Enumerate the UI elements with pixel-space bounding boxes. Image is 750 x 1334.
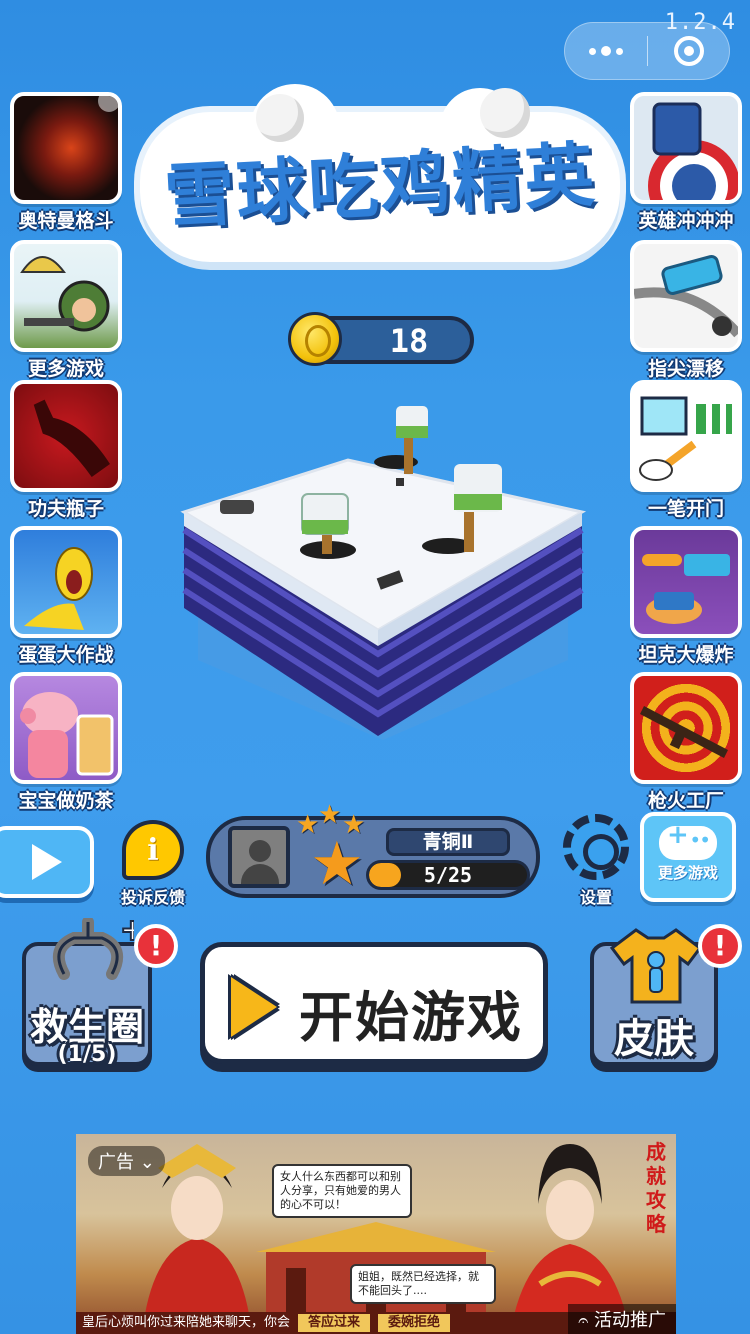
coin-counter: 18 bbox=[288, 312, 474, 366]
feedback-button[interactable]: i 投诉反馈 bbox=[114, 820, 192, 908]
app-tank-blast[interactable]: 坦克大爆炸 bbox=[626, 526, 746, 667]
miniprogram-capsule bbox=[564, 22, 730, 80]
ultraman-icon bbox=[10, 92, 122, 204]
rubber-chicken-icon bbox=[10, 526, 122, 638]
tshirt-icon bbox=[609, 928, 703, 1004]
coin-value: 18 bbox=[389, 322, 429, 360]
feedback-label: 投诉反馈 bbox=[120, 888, 185, 907]
app-label: 枪火工厂 bbox=[647, 790, 724, 812]
tank-icon bbox=[630, 526, 742, 638]
ad-tag-label: 广告 bbox=[98, 1152, 134, 1173]
app-gunfire-factory[interactable]: 枪火工厂 bbox=[626, 672, 746, 813]
star-icon: ★ bbox=[318, 800, 342, 830]
start-game-label: 开始游戏 bbox=[299, 986, 523, 1049]
door-drawing-icon bbox=[630, 380, 742, 492]
app-milk-tea[interactable]: 宝宝做奶茶 bbox=[6, 672, 126, 813]
coin-icon bbox=[288, 312, 342, 366]
app-label: 指尖漂移 bbox=[647, 358, 724, 380]
close-miniprogram-button[interactable] bbox=[648, 36, 729, 66]
captain-shield-icon bbox=[630, 92, 742, 204]
cola-bottle-icon bbox=[10, 380, 122, 492]
app-label: 宝宝做奶茶 bbox=[18, 790, 114, 812]
play-icon bbox=[32, 844, 62, 880]
app-finger-drift[interactable]: 指尖漂移 bbox=[626, 240, 746, 381]
claw-icon: + bbox=[52, 918, 134, 980]
lifebuoy-count: (1/5) bbox=[57, 1042, 117, 1067]
parachute-soldier-icon bbox=[10, 240, 122, 352]
ad-decline-button[interactable]: 委婉拒绝 bbox=[378, 1314, 451, 1332]
app-egg-battle[interactable]: 蛋蛋大作战 bbox=[6, 526, 126, 667]
app-label: 功夫瓶子 bbox=[27, 498, 104, 520]
play-triangle-icon bbox=[231, 977, 277, 1037]
app-kungfu-bottle[interactable]: 功夫瓶子 bbox=[6, 380, 126, 521]
app-ultraman[interactable]: 奥特曼格斗 bbox=[6, 92, 126, 233]
avatar bbox=[228, 826, 290, 888]
app-label: 更多游戏 bbox=[27, 358, 104, 380]
app-label: 坦克大爆炸 bbox=[638, 644, 734, 666]
ad-speech-bubble: 姐姐，既然已经选择，就不能回头了.... bbox=[350, 1264, 496, 1304]
rank-name: 青铜Ⅱ bbox=[386, 828, 510, 856]
alert-badge: ! bbox=[698, 924, 742, 968]
skin-button[interactable]: 皮肤 bbox=[590, 928, 718, 1066]
start-game-button[interactable]: 开始游戏 bbox=[200, 942, 548, 1064]
ad-accept-button[interactable]: 答应过来 bbox=[298, 1314, 371, 1332]
app-label: 奥特曼格斗 bbox=[18, 210, 114, 232]
close-circle-icon bbox=[673, 36, 704, 66]
settings-label: 设置 bbox=[579, 888, 612, 907]
link-icon: 𝄐 bbox=[578, 1310, 589, 1331]
app-one-stroke-door[interactable]: 一笔开门 bbox=[626, 380, 746, 521]
more-games-button[interactable]: 更多游戏 bbox=[640, 812, 736, 902]
app-label: 蛋蛋大作战 bbox=[18, 644, 114, 666]
rank-progress-text: 5/25 bbox=[423, 863, 473, 887]
info-bubble-icon: i bbox=[122, 820, 184, 880]
ad-tag[interactable]: 广告 ⌄ bbox=[88, 1146, 165, 1176]
drift-car-icon bbox=[630, 240, 742, 352]
app-label: 英雄冲冲冲 bbox=[638, 210, 734, 232]
svg-text:+: + bbox=[120, 918, 134, 948]
more-menu-button[interactable] bbox=[565, 23, 647, 79]
ad-side-title: 成就攻略 bbox=[646, 1140, 666, 1236]
activity-promo-label: 活动推广 bbox=[594, 1310, 666, 1331]
rank-progress: 5/25 bbox=[366, 860, 530, 890]
skin-label: 皮肤 bbox=[614, 1016, 694, 1062]
peppa-pig-icon bbox=[10, 672, 122, 784]
gamepad-icon bbox=[659, 820, 717, 860]
more-games-label: 更多游戏 bbox=[657, 864, 718, 882]
app-more-games[interactable]: 更多游戏 bbox=[6, 240, 126, 381]
alert-badge: ! bbox=[134, 924, 178, 968]
rank-card[interactable]: ★ ★ ★ ★ 青铜Ⅱ 5/25 bbox=[206, 802, 540, 899]
gear-wrench-icon bbox=[563, 814, 629, 880]
snow-island-scene bbox=[180, 406, 587, 740]
ad-dialog-text: 皇后心烦叫你过来陪她来聊天，你会 bbox=[82, 1315, 291, 1330]
rifle-target-icon bbox=[630, 672, 742, 784]
activity-promo-link[interactable]: 𝄐 活动推广 bbox=[568, 1304, 676, 1334]
app-label: 一笔开门 bbox=[647, 498, 724, 520]
side-play-button[interactable] bbox=[0, 826, 94, 898]
ad-banner[interactable]: 广告 ⌄ 女人什么东西都可以和别人分享，只有她爱的男人的心不可以！ 姐姐，既然已… bbox=[76, 1134, 676, 1334]
rank-star-icon: ★ bbox=[310, 829, 364, 899]
ad-speech-bubble: 女人什么东西都可以和别人分享，只有她爱的男人的心不可以！ bbox=[272, 1164, 412, 1218]
settings-button[interactable]: 设置 bbox=[556, 814, 636, 908]
app-hero-rush[interactable]: 英雄冲冲冲 bbox=[626, 92, 746, 233]
lifebuoy-button[interactable]: + 救生圈 (1/5) bbox=[22, 918, 152, 1067]
chevron-down-icon: ⌄ bbox=[139, 1152, 155, 1173]
